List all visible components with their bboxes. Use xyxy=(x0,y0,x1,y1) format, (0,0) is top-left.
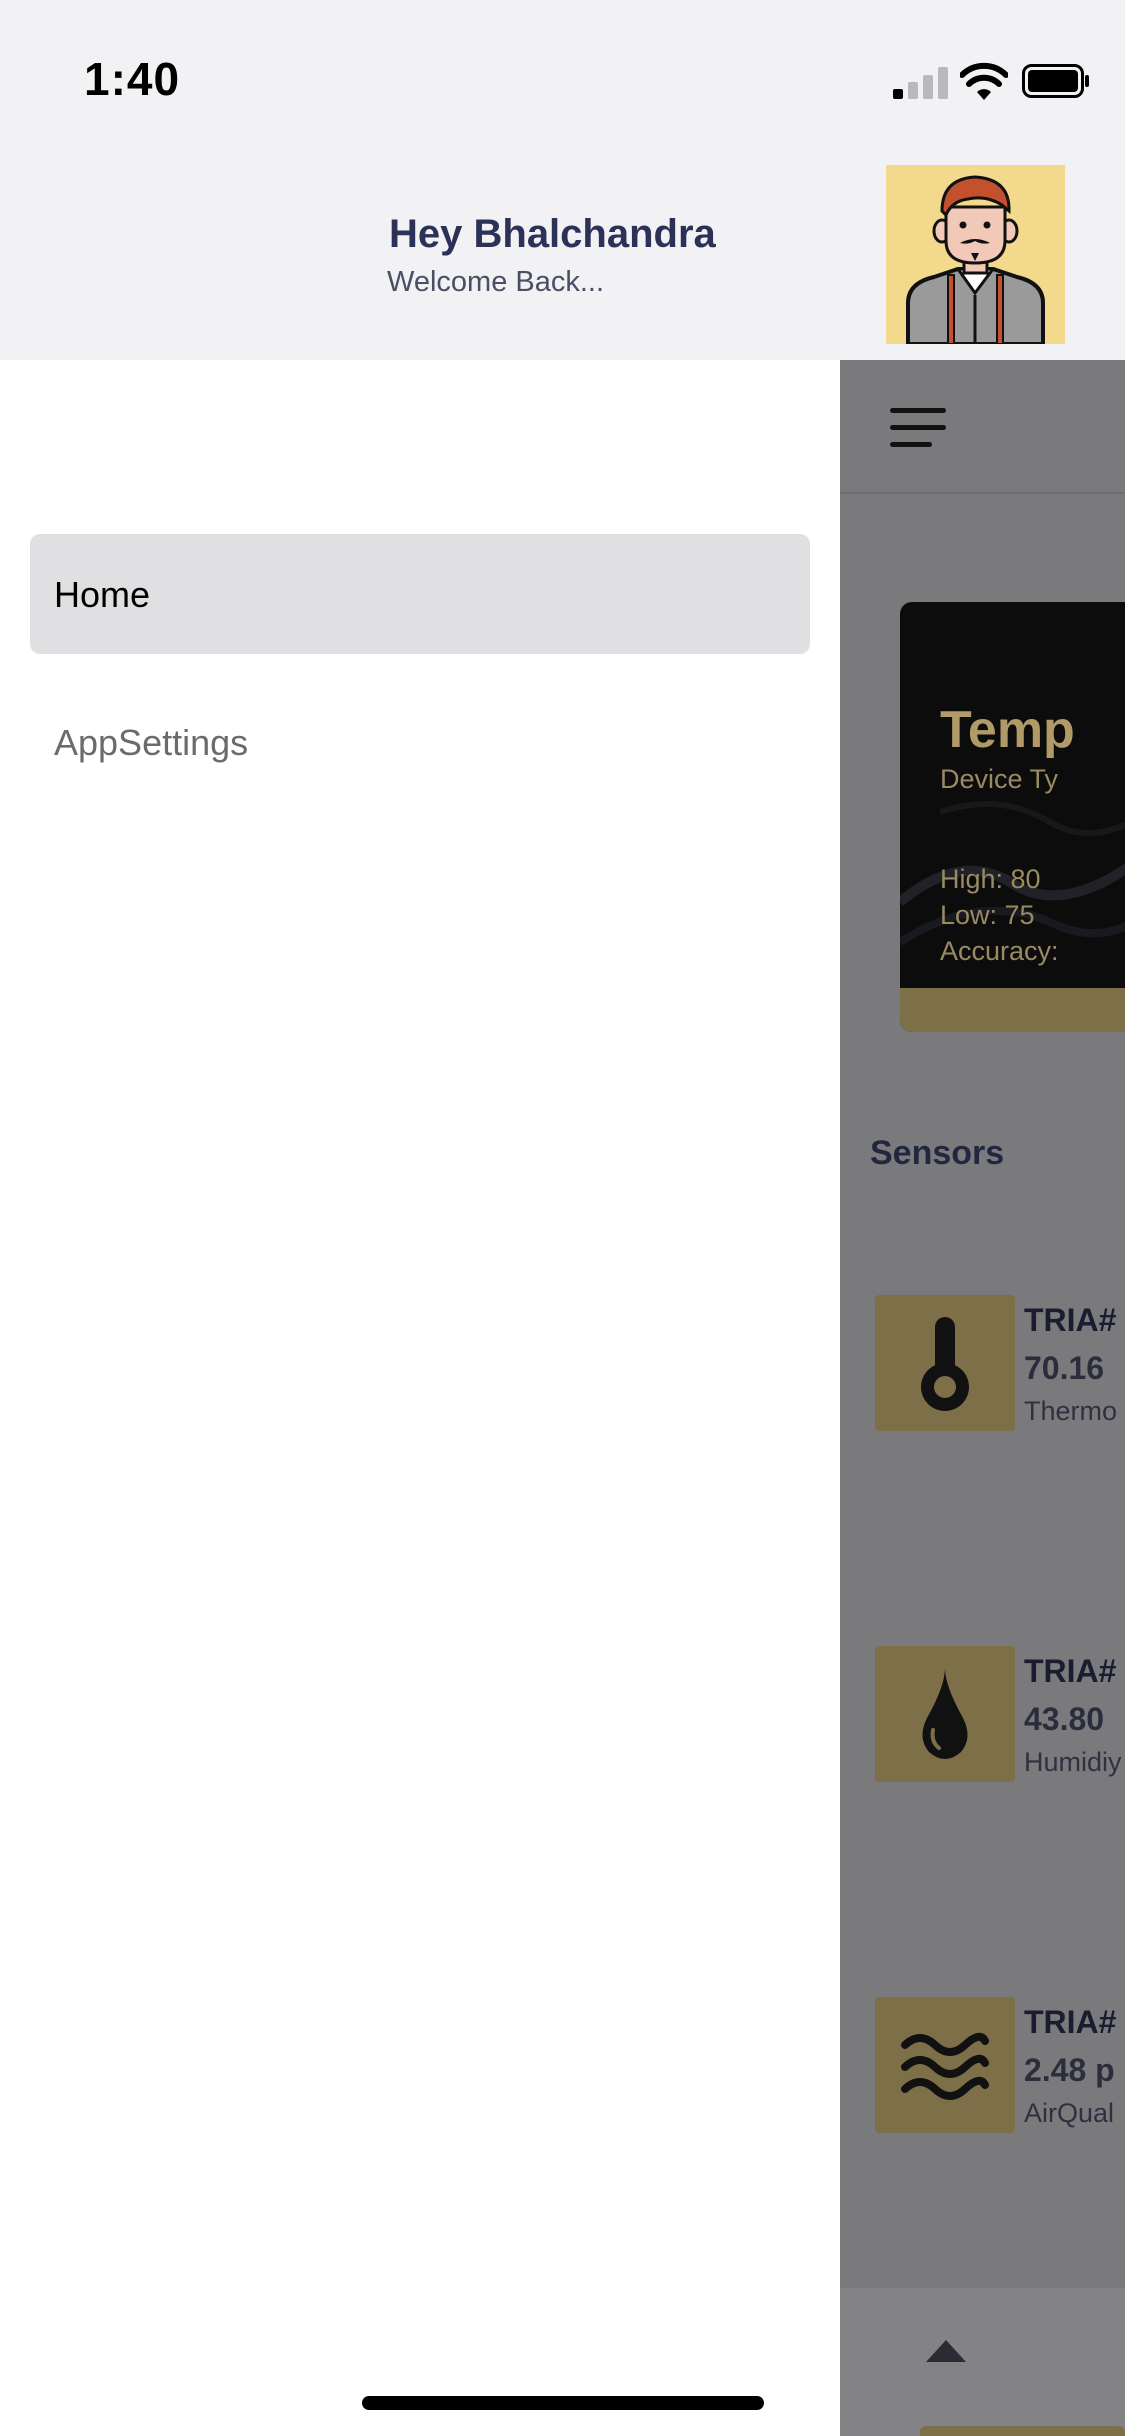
main-screen-overlay[interactable]: Temp Device Ty High: 80 Low: 75 Accuracy… xyxy=(840,360,1125,2436)
smoke-background-icon xyxy=(900,801,1125,946)
sensor-id: TRIA# xyxy=(1024,2004,1117,2040)
sensor-value: 43.80 xyxy=(1024,1701,1105,1737)
hamburger-menu-icon[interactable] xyxy=(890,408,946,448)
caret-up-icon[interactable] xyxy=(926,2340,966,2362)
app-header: Hey Bhalchandra Welcome Back... xyxy=(0,150,1125,360)
sensor-type: Thermo xyxy=(1024,1396,1118,1426)
device-accuracy: Accuracy: xyxy=(940,936,1059,966)
user-avatar-icon xyxy=(906,175,1045,344)
device-high: High: 80 xyxy=(940,864,1041,894)
home-indicator[interactable] xyxy=(362,2396,764,2410)
sensor-value: 70.16 xyxy=(1024,1350,1105,1386)
device-card[interactable] xyxy=(900,602,1125,1032)
device-card-footer xyxy=(900,988,1125,1032)
drawer-item-label: Home xyxy=(54,574,151,615)
welcome-subtitle: Welcome Back... xyxy=(387,266,605,298)
cellular-signal-icon xyxy=(893,65,949,99)
navigation-drawer: Home AppSettings xyxy=(0,360,840,2436)
device-type: Device Ty xyxy=(940,764,1059,794)
bottom-bar xyxy=(840,2288,1125,2436)
greeting-title: Hey Bhalchandra xyxy=(389,212,716,256)
status-bar: 1:40 xyxy=(0,0,1125,150)
sensor-type: Humidiy xyxy=(1024,1747,1122,1777)
thermometer-icon[interactable] xyxy=(875,1295,1015,1431)
device-low: Low: 75 xyxy=(940,900,1035,930)
bottom-accent-strip xyxy=(920,2426,1125,2436)
battery-icon xyxy=(1022,64,1089,98)
sensor-type: AirQual xyxy=(1024,2098,1115,2128)
sensor-value: 2.48 p xyxy=(1024,2052,1115,2088)
wifi-icon xyxy=(960,62,1008,100)
device-title: Temp xyxy=(940,701,1075,759)
drawer-item-label: AppSettings xyxy=(54,722,249,763)
sensors-heading: Sensors xyxy=(870,1134,1005,1172)
air-waves-icon[interactable] xyxy=(875,1997,1015,2133)
water-drop-icon[interactable] xyxy=(875,1646,1015,1782)
sensor-id: TRIA# xyxy=(1024,1653,1117,1689)
avatar[interactable] xyxy=(886,165,1065,344)
drawer-item-home[interactable]: Home xyxy=(30,534,810,654)
status-time: 1:40 xyxy=(84,53,181,105)
drawer-item-appsettings[interactable]: AppSettings xyxy=(30,682,810,802)
header-divider xyxy=(840,492,1125,494)
sensor-id: TRIA# xyxy=(1024,1302,1117,1338)
